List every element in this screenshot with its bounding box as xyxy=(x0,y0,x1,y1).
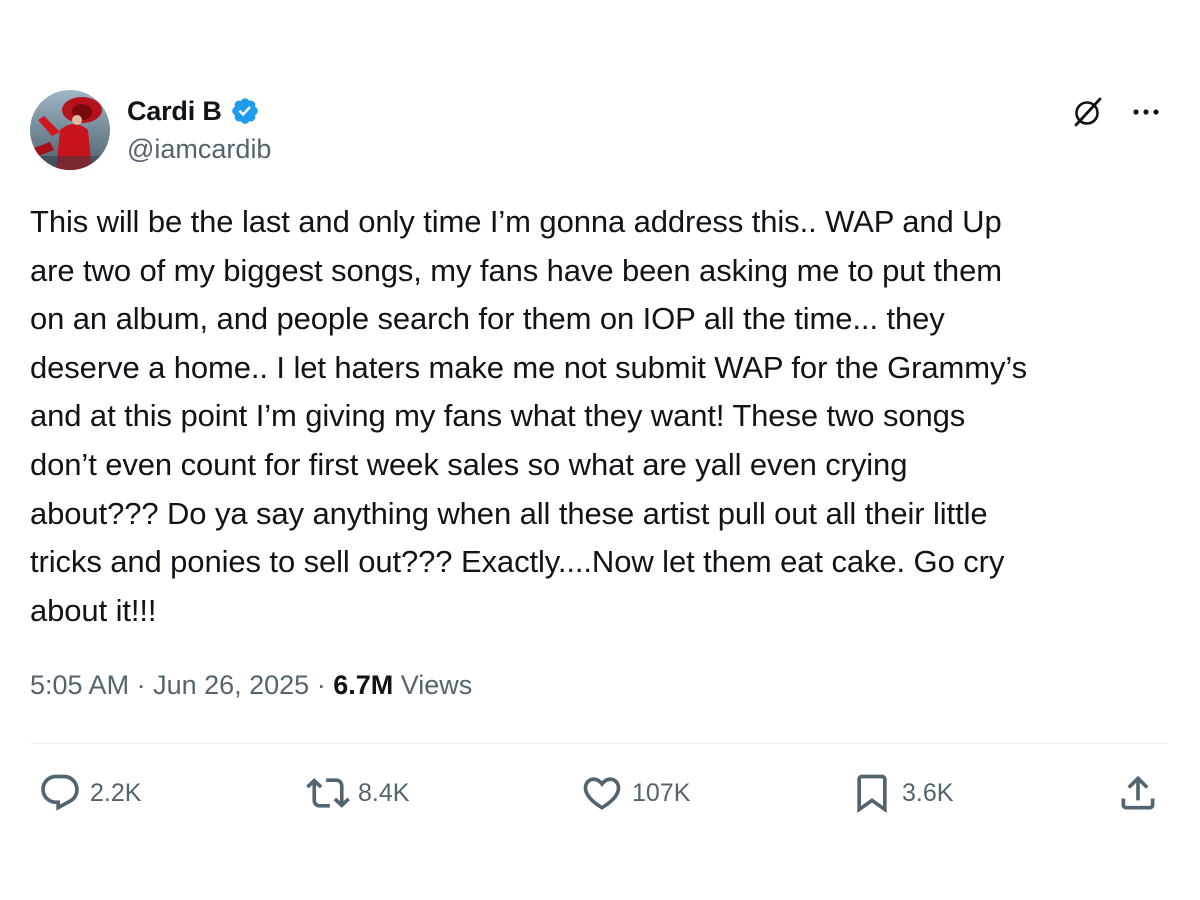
reply-icon xyxy=(41,774,79,811)
like-button[interactable]: 107K xyxy=(580,770,690,816)
views-label: Views xyxy=(393,670,473,700)
share-icon xyxy=(1121,775,1155,810)
views-count[interactable]: 6.7M xyxy=(333,670,393,701)
more-icon[interactable] xyxy=(1128,94,1164,130)
bookmark-icon xyxy=(857,774,887,814)
author-handle[interactable]: @iamcardib xyxy=(127,134,271,165)
tweet-date[interactable]: Jun 26, 2025 xyxy=(153,670,309,701)
retweet-icon xyxy=(306,778,350,808)
reply-button[interactable]: 2.2K xyxy=(38,770,141,816)
tweet-card: Cardi B @iamcardib This will be the last… xyxy=(0,0,1200,900)
tweet-meta: 5:05 AM · Jun 26, 2025 · 6.7M Views xyxy=(30,670,472,701)
bookmark-count: 3.6K xyxy=(902,778,954,807)
like-count: 107K xyxy=(632,778,691,807)
verified-badge-icon xyxy=(231,98,258,124)
retweet-count: 8.4K xyxy=(358,778,410,807)
meta-separator: · xyxy=(309,670,334,700)
tweet-time[interactable]: 5:05 AM xyxy=(30,670,129,701)
divider xyxy=(30,743,1168,744)
bookmark-button[interactable]: 3.6K xyxy=(850,770,953,816)
display-name[interactable]: Cardi B xyxy=(127,96,222,127)
meta-separator: · xyxy=(129,670,154,700)
tweet-text: This will be the last and only time I’m … xyxy=(30,204,1027,628)
grok-icon[interactable] xyxy=(1070,94,1106,130)
top-actions xyxy=(1070,94,1164,130)
author-name-row: Cardi B xyxy=(127,94,260,128)
action-bar: 2.2K 8.4K 107K 3.6K xyxy=(38,770,1163,816)
heart-icon xyxy=(583,777,621,810)
avatar[interactable] xyxy=(30,90,110,170)
share-button[interactable] xyxy=(1116,770,1160,816)
retweet-button[interactable]: 8.4K xyxy=(306,770,409,816)
reply-count: 2.2K xyxy=(90,778,142,807)
